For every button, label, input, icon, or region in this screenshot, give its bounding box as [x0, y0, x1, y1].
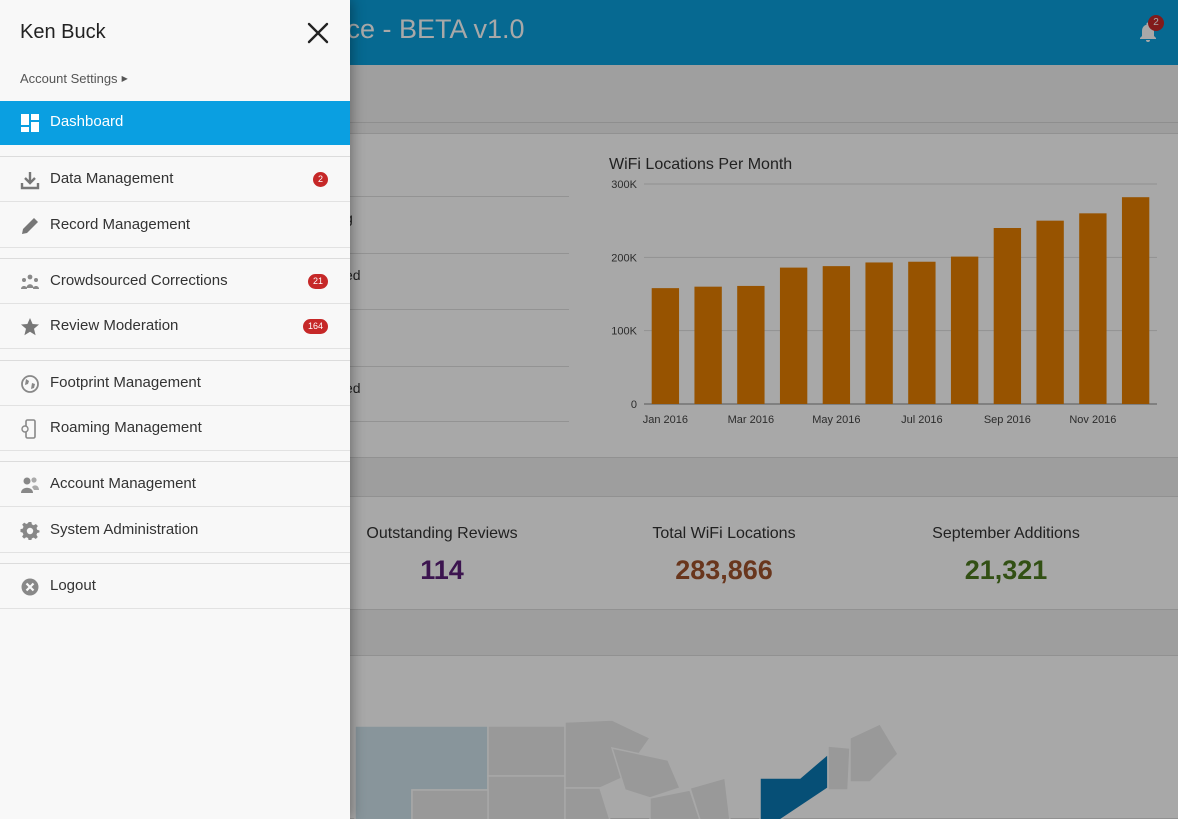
- nav-item-label: Data Management: [50, 170, 174, 187]
- dashboard-icon: [21, 114, 39, 132]
- nav-item-footprint-management[interactable]: Footprint Management: [0, 361, 350, 406]
- pencil-icon: [22, 218, 38, 234]
- gear-icon: [20, 521, 40, 540]
- nav-item-review-moderation[interactable]: Review Moderation 164: [0, 304, 350, 349]
- download-icon: [20, 172, 40, 190]
- count-badge: 164: [303, 319, 329, 334]
- star-icon: [21, 318, 39, 336]
- phone-globe-icon: [21, 419, 36, 439]
- account-settings-label: Account Settings: [20, 71, 118, 86]
- close-icon[interactable]: [306, 21, 330, 45]
- nav-item-dashboard[interactable]: Dashboard: [0, 101, 350, 145]
- user-name: Ken Buck: [20, 21, 106, 43]
- people-group-icon: [21, 274, 39, 289]
- nav-item-label: Record Management: [50, 216, 191, 233]
- nav-item-data-management[interactable]: Data Management 2: [0, 157, 350, 202]
- navigation-drawer: Ken Buck Account Settings ▶ Dashboard Dat…: [0, 0, 350, 819]
- nav-item-label: Footprint Management: [50, 374, 201, 391]
- nav-item-label: Account Management: [50, 475, 196, 492]
- globe-icon: [21, 375, 39, 393]
- nav-item-roaming-management[interactable]: Roaming Management: [0, 406, 350, 451]
- account-settings-link[interactable]: Account Settings ▶: [20, 71, 128, 86]
- nav-item-logout[interactable]: Logout: [0, 564, 350, 609]
- nav-item-crowdsourced-corrections[interactable]: Crowdsourced Corrections 21: [0, 259, 350, 304]
- caret-right-icon: ▶: [121, 74, 128, 83]
- nav-item-label: Dashboard: [50, 113, 124, 130]
- nav-item-label: Crowdsourced Corrections: [50, 272, 228, 289]
- nav-item-label: Review Moderation: [50, 317, 179, 334]
- count-badge: 21: [308, 274, 329, 289]
- nav-item-label: Roaming Management: [50, 419, 202, 436]
- count-badge: 2: [313, 172, 329, 187]
- nav-item-account-management[interactable]: Account Management: [0, 462, 350, 507]
- nav-item-label: Logout: [50, 577, 96, 594]
- users-icon: [21, 477, 39, 493]
- nav-item-system-administration[interactable]: System Administration: [0, 508, 350, 553]
- nav-item-record-management[interactable]: Record Management: [0, 203, 350, 248]
- logout-icon: [21, 578, 39, 596]
- nav-item-label: System Administration: [50, 521, 199, 538]
